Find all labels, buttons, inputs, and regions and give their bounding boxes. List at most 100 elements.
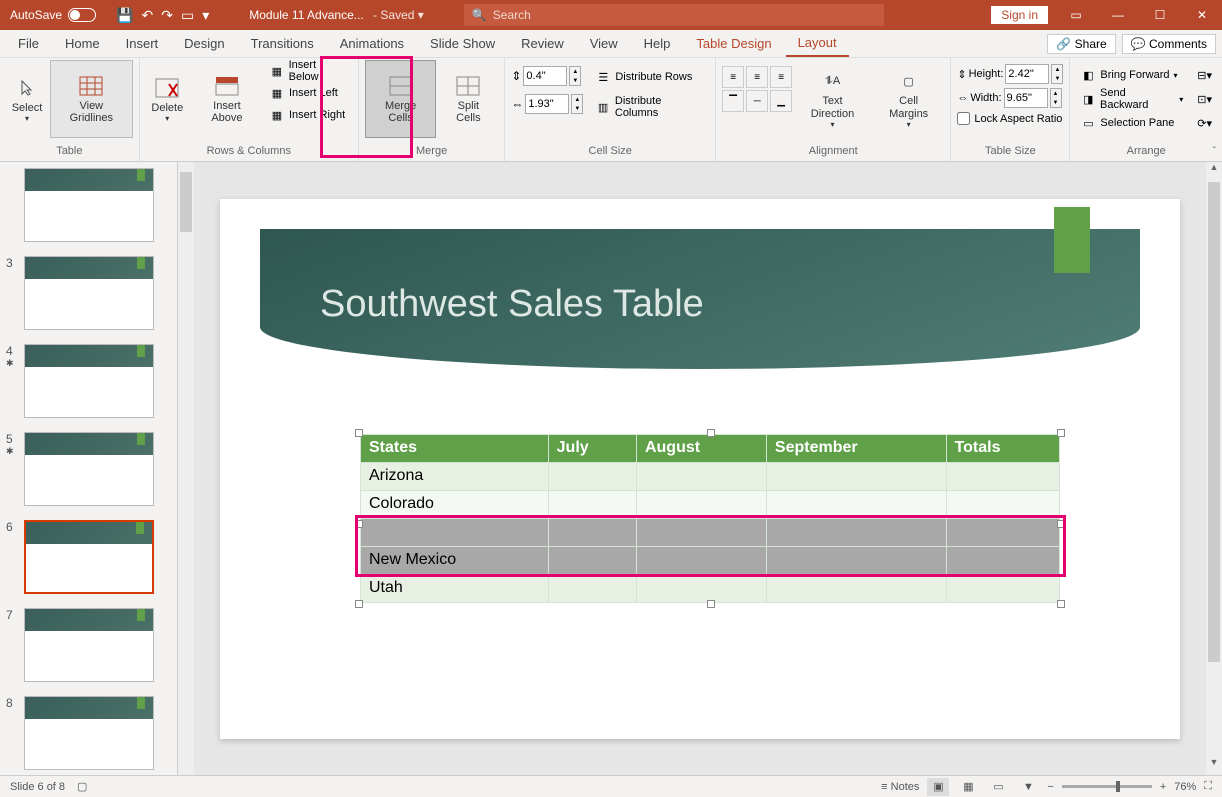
col-width-spinner[interactable]: ⇔ ▲▼ xyxy=(511,94,583,114)
selection-handle[interactable] xyxy=(1057,600,1065,608)
table-cell[interactable] xyxy=(766,518,946,546)
table-header[interactable]: July xyxy=(548,434,636,462)
qat-more-icon[interactable]: ▾ xyxy=(202,7,209,24)
tab-review[interactable]: Review xyxy=(509,31,576,56)
align-button[interactable]: ⊟▾ xyxy=(1193,64,1216,86)
table-cell[interactable] xyxy=(766,546,946,574)
collapse-ribbon-icon[interactable]: ˇ xyxy=(1213,146,1216,157)
insert-above-button[interactable]: Insert Above xyxy=(191,60,263,138)
valign-bottom-button[interactable]: ▁ xyxy=(770,90,792,112)
insert-below-button[interactable]: ▦Insert Below xyxy=(265,60,352,82)
table-cell[interactable]: New Mexico xyxy=(361,546,549,574)
table-cell[interactable] xyxy=(361,518,549,546)
table-header[interactable]: September xyxy=(766,434,946,462)
tab-insert[interactable]: Insert xyxy=(114,31,171,56)
align-right-button[interactable]: ≡ xyxy=(770,66,792,88)
slide-counter[interactable]: Slide 6 of 8 xyxy=(10,781,65,793)
thumb-row[interactable]: 3 xyxy=(0,252,177,340)
start-slideshow-icon[interactable]: ▭ xyxy=(181,7,194,24)
table-cell[interactable] xyxy=(946,574,1059,602)
zoom-out-icon[interactable]: − xyxy=(1047,781,1053,793)
distribute-rows-button[interactable]: ☰Distribute Rows xyxy=(591,66,709,88)
sorter-view-icon[interactable]: ▦ xyxy=(957,778,979,796)
lock-aspect-checkbox[interactable]: Lock Aspect Ratio xyxy=(957,112,1063,125)
slide-thumbnail[interactable] xyxy=(24,168,154,242)
table-cell[interactable] xyxy=(766,574,946,602)
table-height-input[interactable] xyxy=(1005,64,1049,84)
autosave-toggle[interactable]: AutoSave xyxy=(0,8,106,22)
thumb-row[interactable]: 8 xyxy=(0,692,177,775)
table-cell[interactable] xyxy=(548,518,636,546)
row-height-input[interactable] xyxy=(523,66,567,86)
maximize-icon[interactable]: ☐ xyxy=(1140,0,1180,30)
tab-animations[interactable]: Animations xyxy=(328,31,416,56)
send-backward-button[interactable]: ◨Send Backward ▾ xyxy=(1076,88,1187,110)
selection-handle[interactable] xyxy=(355,600,363,608)
tab-design[interactable]: Design xyxy=(172,31,236,56)
table-row[interactable]: Colorado xyxy=(361,490,1060,518)
minimize-icon[interactable]: — xyxy=(1098,0,1138,30)
zoom-level[interactable]: 76% xyxy=(1174,781,1196,793)
sales-table[interactable]: StatesJulyAugustSeptemberTotals ArizonaC… xyxy=(360,434,1060,603)
selection-handle[interactable] xyxy=(355,429,363,437)
search-box[interactable]: 🔍 Search xyxy=(464,4,884,26)
table-width-spinner[interactable]: ⇔ Width: ▲▼ xyxy=(957,88,1063,108)
table-row[interactable]: Arizona xyxy=(361,462,1060,490)
fit-window-icon[interactable]: ⛶ xyxy=(1204,780,1212,793)
tab-transitions[interactable]: Transitions xyxy=(239,31,326,56)
table-cell[interactable] xyxy=(946,546,1059,574)
col-width-input[interactable] xyxy=(525,94,569,114)
table-cell[interactable]: Colorado xyxy=(361,490,549,518)
slide-thumbnail[interactable] xyxy=(24,256,154,330)
table-cell[interactable] xyxy=(946,518,1059,546)
slide-thumbnail[interactable] xyxy=(24,344,154,418)
tab-layout[interactable]: Layout xyxy=(786,30,849,57)
align-center-button[interactable]: ≡ xyxy=(746,66,768,88)
table-cell[interactable] xyxy=(548,462,636,490)
zoom-in-icon[interactable]: + xyxy=(1160,781,1166,793)
table-header[interactable]: Totals xyxy=(946,434,1059,462)
selection-handle[interactable] xyxy=(707,429,715,437)
undo-icon[interactable]: ↶ xyxy=(141,7,153,24)
text-direction-button[interactable]: ⥮A Text Direction▾ xyxy=(794,60,871,138)
slide-thumbnail[interactable] xyxy=(24,520,154,594)
selection-pane-button[interactable]: ▭Selection Pane xyxy=(1076,112,1187,134)
selection-handle[interactable] xyxy=(1057,520,1065,528)
table-cell[interactable] xyxy=(636,462,766,490)
thumbs-scrollbar[interactable] xyxy=(178,162,194,775)
selection-handle[interactable] xyxy=(707,600,715,608)
thumb-row[interactable]: 4✱ xyxy=(0,340,177,428)
table-cell[interactable] xyxy=(946,462,1059,490)
thumb-row[interactable]: 6 xyxy=(0,516,177,604)
close-icon[interactable]: ✕ xyxy=(1182,0,1222,30)
merge-cells-button[interactable]: Merge Cells xyxy=(365,60,437,138)
table-header[interactable]: States xyxy=(361,434,549,462)
tab-view[interactable]: View xyxy=(578,31,630,56)
table-cell[interactable]: Utah xyxy=(361,574,549,602)
slide-thumbnail[interactable] xyxy=(24,432,154,506)
table-cell[interactable] xyxy=(766,490,946,518)
redo-icon[interactable]: ↷ xyxy=(161,7,173,24)
tab-home[interactable]: Home xyxy=(53,31,112,56)
notes-button[interactable]: ≡ Notes xyxy=(881,781,919,793)
scroll-down-icon[interactable]: ▼ xyxy=(1206,757,1222,775)
table-cell[interactable] xyxy=(946,490,1059,518)
delete-button[interactable]: Delete▾ xyxy=(146,60,189,138)
thumb-row[interactable]: 7 xyxy=(0,604,177,692)
slideshow-view-icon[interactable]: ▼ xyxy=(1017,778,1039,796)
zoom-slider[interactable] xyxy=(1062,785,1152,788)
scroll-up-icon[interactable]: ▲ xyxy=(1206,162,1222,180)
view-gridlines-button[interactable]: View Gridlines xyxy=(50,60,133,138)
table-cell[interactable] xyxy=(636,518,766,546)
comments-button[interactable]: 💬 Comments xyxy=(1122,34,1216,54)
rotate-button[interactable]: ⟳▾ xyxy=(1193,112,1216,134)
table-cell[interactable] xyxy=(548,574,636,602)
distribute-cols-button[interactable]: ▥Distribute Columns xyxy=(591,96,709,118)
accessibility-icon[interactable]: ▢ xyxy=(77,780,87,793)
normal-view-icon[interactable]: ▣ xyxy=(927,778,949,796)
slide-canvas[interactable]: Southwest Sales Table StatesJulyAugustSe… xyxy=(220,199,1180,739)
signin-button[interactable]: Sign in xyxy=(991,6,1048,24)
slide-thumbnail[interactable] xyxy=(24,696,154,770)
table-cell[interactable] xyxy=(548,546,636,574)
lock-aspect-input[interactable] xyxy=(957,112,970,125)
